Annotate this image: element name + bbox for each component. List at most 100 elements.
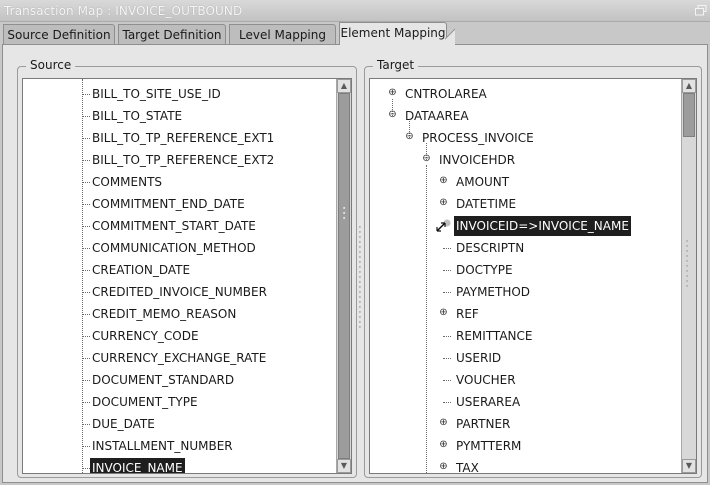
expand-node-icon[interactable]: ⊕ [439,462,448,472]
source-field-list[interactable]: BILL_TO_SITE_USE_ID BILL_TO_STATE BILL_TO_… [22,78,352,474]
target-tree-node[interactable]: ⊕ DATETIME [370,193,680,215]
expand-node-icon[interactable]: ⊕ [439,418,448,428]
tab-level-mapping[interactable]: Level Mapping [229,24,336,45]
source-field-item[interactable]: INSTALLMENT_NUMBER [23,435,335,457]
target-node-label: REF [456,307,479,321]
target-node-label: PROCESS_INVOICE [422,131,534,145]
scroll-down-icon[interactable]: ▼ [337,459,351,473]
source-field-item[interactable]: COMMITMENT_START_DATE [23,215,335,237]
tab-element-mapping[interactable]: Element Mapping [339,22,455,46]
target-scrollbar[interactable]: ▲ ∙ ∙ ∙ ∙ ∙ ∙ ∙ ∙ ∙ ∙ ▼ [681,79,696,473]
title-bar: Transaction Map : INVOICE_OUTBOUND [0,0,710,22]
source-field-item[interactable]: CREATION_DATE [23,259,335,281]
target-node-label: USERID [456,351,502,365]
target-tree-node[interactable]: INVOICEID=>INVOICE_NAME [370,215,680,237]
window-restore-icon[interactable] [695,5,707,16]
source-field-item[interactable]: BILL_TO_SITE_USE_ID [23,83,335,105]
target-node-label: TAX [456,461,479,474]
target-tree-node[interactable]: PAYMETHOD [370,281,680,303]
source-field-item[interactable]: COMMENTS [23,171,335,193]
target-tree-node[interactable]: USERAREA [370,391,680,413]
source-field-item[interactable]: BILL_TO_TP_REFERENCE_EXT2 [23,149,335,171]
collapse-node-icon[interactable]: ⊖ [388,110,397,120]
source-field-label: BILL_TO_SITE_USE_ID [92,87,221,101]
tab-label: Source Definition [7,28,111,42]
target-scroll-thumb[interactable] [683,93,695,137]
target-tree-node[interactable]: REMITTANCE [370,325,680,347]
target-tree-node[interactable]: ⊖ DATAAREA [370,105,680,127]
source-field-item[interactable]: DOCUMENT_TYPE [23,391,335,413]
source-field-label: DUE_DATE [92,417,155,431]
tab-target-definition[interactable]: Target Definition [118,24,226,45]
scroll-up-icon[interactable]: ▲ [682,79,696,93]
tab-label: Level Mapping [239,28,326,42]
target-tree-node[interactable]: USERID [370,347,680,369]
target-group: Target ⊕ CNTROLAREA ⊖ DATAAREA ⊖ PROCESS_INVO… [364,58,702,478]
target-node-label: INVOICEID=>INVOICE_NAME [454,216,631,236]
target-tree-node[interactable]: ⊖ PROCESS_INVOICE [370,127,680,149]
target-node-label: USERAREA [456,395,521,409]
target-node-label: DATAAREA [405,109,469,123]
target-tree-node[interactable]: ⊕ AMOUNT [370,171,680,193]
source-field-label: CREDITED_INVOICE_NUMBER [92,285,267,299]
source-field-label: BILL_TO_TP_REFERENCE_EXT2 [92,153,275,167]
target-node-label: PYMTTERM [456,439,522,453]
target-node-label: DATETIME [456,197,517,211]
target-tree-node[interactable]: ⊖ INVOICEHDR [370,149,680,171]
target-node-label: PAYMETHOD [456,285,531,299]
source-field-item[interactable]: BILL_TO_STATE [23,105,335,127]
expand-node-icon[interactable]: ⊕ [439,198,448,208]
target-node-label: REMITTANCE [456,329,533,343]
expand-node-icon[interactable]: ⊕ [388,88,397,98]
target-tree-node[interactable]: ⊕ PYMTTERM [370,435,680,457]
collapse-node-icon[interactable]: ⊖ [422,154,431,164]
source-field-label: CREATION_DATE [92,263,191,277]
transaction-map-window: Transaction Map : INVOICE_OUTBOUND Sourc… [0,0,710,485]
target-tree-node[interactable]: VOUCHER [370,369,680,391]
source-field-label: INSTALLMENT_NUMBER [92,439,233,453]
source-field-item[interactable]: CREDITED_INVOICE_NUMBER [23,281,335,303]
tab-source-definition[interactable]: Source Definition [3,24,115,45]
target-tree-node[interactable]: DOCTYPE [370,259,680,281]
scroll-down-icon[interactable]: ▼ [682,459,696,473]
target-tree-node[interactable]: ⊕ PARTNER [370,413,680,435]
source-field-item[interactable]: CURRENCY_EXCHANGE_RATE [23,347,335,369]
target-node-label: VOUCHER [456,373,516,387]
tab-label: Target Definition [122,28,222,42]
collapse-node-icon[interactable]: ⊖ [405,132,414,142]
source-field-item[interactable]: CURRENCY_CODE [23,325,335,347]
panel-divider-grip[interactable]: ∙ ∙ ∙ ∙ ∙ ∙ ∙ ∙ ∙ ∙ ∙ ∙ ∙ ∙ ∙ ∙ ∙ ∙ ∙ ∙ ∙ [356,224,364,335]
source-field-item[interactable]: INVOICE_NAME [23,457,335,473]
source-field-label: DOCUMENT_TYPE [92,395,198,409]
target-tree-node[interactable]: ⊕ TAX [370,457,680,474]
expand-node-icon[interactable]: ⊕ [439,440,448,450]
source-scrollbar[interactable]: ▲ ∙ ∙ ∙ ▼ [336,79,351,473]
source-field-item[interactable]: BILL_TO_TP_REFERENCE_EXT1 [23,127,335,149]
source-scroll-thumb[interactable]: ∙ ∙ ∙ [338,93,350,459]
target-node-label: AMOUNT [456,175,510,189]
source-field-label: COMMUNICATION_METHOD [92,241,256,255]
source-field-label: COMMITMENT_END_DATE [92,197,245,211]
source-group: Source BILL_TO_SITE_USE_ID BILL_TO_STATE B… [17,58,357,478]
target-node-label: DOCTYPE [456,263,513,277]
target-tree-node[interactable]: DESCRIPTN [370,237,680,259]
source-field-item[interactable]: DOCUMENT_STANDARD [23,369,335,391]
grip-icon: ∙ ∙ ∙ ∙ ∙ ∙ ∙ ∙ ∙ ∙ [685,237,690,290]
source-field-item[interactable]: COMMUNICATION_METHOD [23,237,335,259]
expand-node-icon[interactable]: ⊕ [439,308,448,318]
source-field-item[interactable]: DUE_DATE [23,413,335,435]
source-field-label: CURRENCY_CODE [92,329,199,343]
tab-label: Element Mapping [340,26,446,40]
mapping-link-icon [436,219,451,232]
expand-node-icon[interactable]: ⊕ [439,176,448,186]
target-tree-node[interactable]: ⊕ REF [370,303,680,325]
source-field-label: BILL_TO_STATE [92,109,183,123]
target-tree-node[interactable]: ⊕ CNTROLAREA [370,83,680,105]
grip-icon: ∙ ∙ ∙ [342,204,347,222]
source-field-item[interactable]: COMMITMENT_END_DATE [23,193,335,215]
scroll-up-icon[interactable]: ▲ [337,79,351,93]
target-group-label: Target [373,58,419,72]
source-group-label: Source [26,58,76,72]
source-field-item[interactable]: CREDIT_MEMO_REASON [23,303,335,325]
target-element-tree[interactable]: ⊕ CNTROLAREA ⊖ DATAAREA ⊖ PROCESS_INVOICE ⊖ INV… [369,78,697,474]
